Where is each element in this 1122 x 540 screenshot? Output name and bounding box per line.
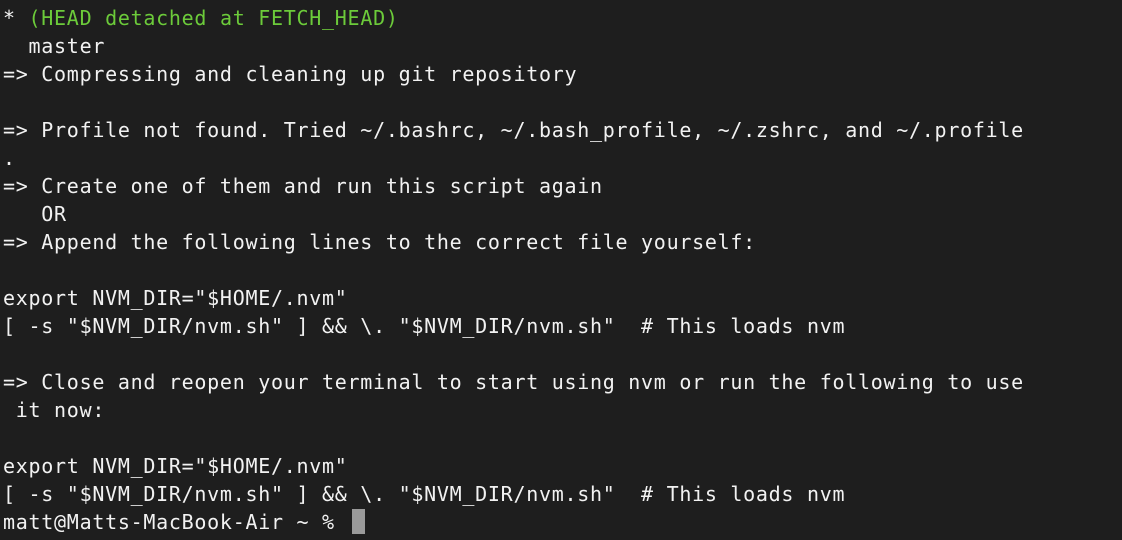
output-line: [ -s "$NVM_DIR/nvm.sh" ] && \. "$NVM_DIR… bbox=[3, 482, 846, 506]
prompt-line[interactable]: matt@Matts-MacBook-Air ~ % bbox=[3, 508, 1122, 536]
output-line: export NVM_DIR="$HOME/.nvm" bbox=[3, 286, 348, 310]
output-line: => Close and reopen your terminal to sta… bbox=[3, 370, 1024, 394]
text-cursor[interactable] bbox=[351, 509, 365, 534]
output-line: * (HEAD detached at FETCH_HEAD) bbox=[3, 4, 1122, 32]
output-line: OR bbox=[3, 202, 67, 226]
output-line: . bbox=[3, 146, 16, 170]
terminal-window[interactable]: * (HEAD detached at FETCH_HEAD) master =… bbox=[0, 0, 1122, 540]
output-line: master bbox=[3, 34, 106, 58]
detached-head-branch: (HEAD detached at FETCH_HEAD) bbox=[15, 6, 399, 30]
output-line: => Create one of them and run this scrip… bbox=[3, 174, 603, 198]
output-line: => Append the following lines to the cor… bbox=[3, 230, 756, 254]
output-line: => Profile not found. Tried ~/.bashrc, ~… bbox=[3, 118, 1024, 142]
current-branch-marker: * bbox=[3, 6, 16, 30]
output-line: export NVM_DIR="$HOME/.nvm" bbox=[3, 454, 348, 478]
output-line: [ -s "$NVM_DIR/nvm.sh" ] && \. "$NVM_DIR… bbox=[3, 314, 846, 338]
output-line: => Compressing and cleaning up git repos… bbox=[3, 62, 578, 86]
shell-prompt: matt@Matts-MacBook-Air ~ % bbox=[3, 510, 348, 534]
output-line: it now: bbox=[3, 398, 106, 422]
